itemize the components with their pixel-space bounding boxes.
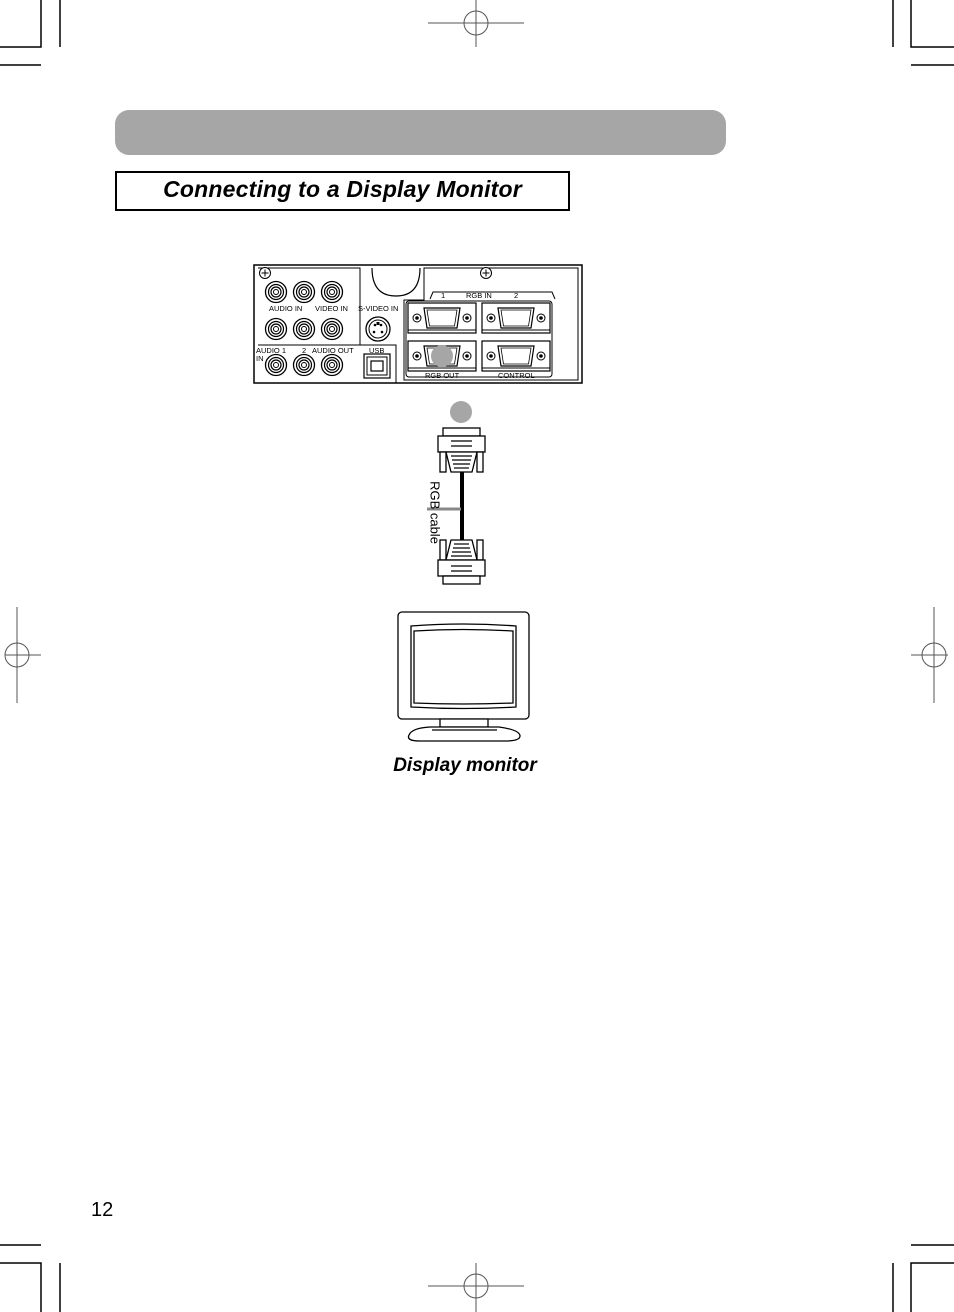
- monitor-caption: Display monitor: [393, 755, 537, 776]
- display-monitor-icon: [397, 611, 530, 742]
- page-number: 12: [91, 1199, 114, 1221]
